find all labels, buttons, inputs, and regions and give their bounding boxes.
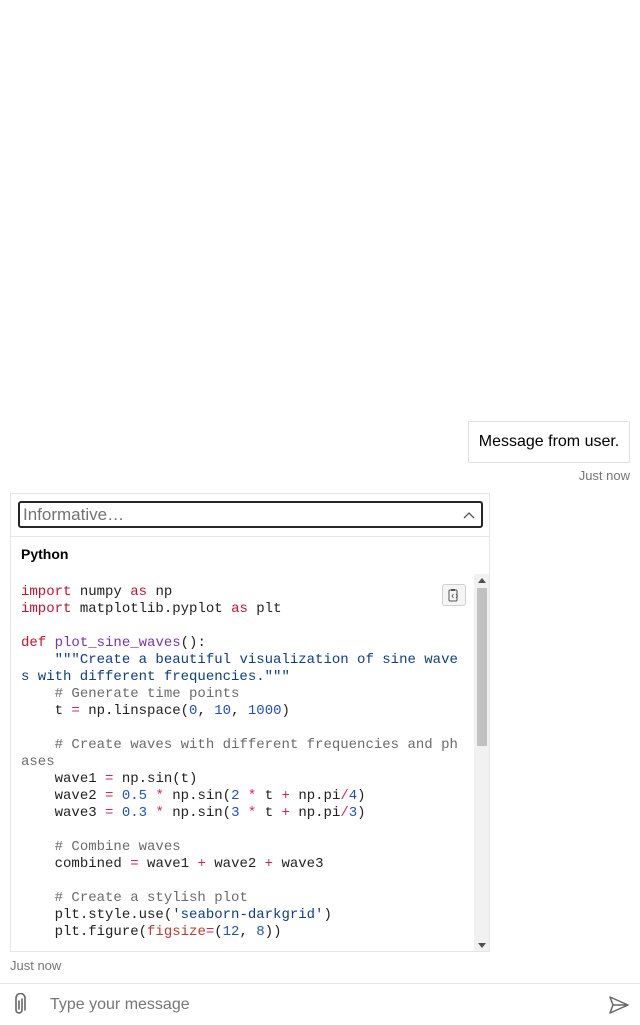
user-message-bubble: Message from user.	[468, 421, 630, 463]
message-composer	[0, 983, 640, 1025]
divider	[11, 536, 489, 537]
code-line: def plot_sine_waves():	[21, 635, 206, 651]
dropdown-selected-value: Informative…	[23, 505, 125, 524]
code-line: wave2 = 0.5 * np.sin(2 * t + np.pi/4)	[21, 788, 366, 804]
code-line: plt.figure(figsize=(12, 8))	[21, 924, 282, 940]
code-language-label: Python	[21, 546, 69, 562]
paperclip-icon[interactable]	[10, 993, 30, 1017]
code-line: # Combine waves	[21, 839, 181, 855]
code-line: wave1 = np.sin(t)	[21, 771, 198, 787]
send-icon[interactable]	[608, 994, 630, 1016]
code-line: import matplotlib.pyplot as plt	[21, 601, 282, 617]
code-line: combined = wave1 + wave2 + wave3	[21, 856, 324, 872]
copy-code-button[interactable]	[442, 584, 466, 606]
code-line: t = np.linspace(0, 10, 1000)	[21, 703, 290, 719]
copy-code-icon	[448, 589, 459, 602]
chevron-up-icon	[463, 512, 475, 519]
scroll-up-arrow-icon[interactable]	[478, 578, 486, 583]
code-line: # Create a stylish plot	[21, 890, 248, 906]
code-block[interactable]: import numpy as np import matplotlib.pyp…	[11, 574, 489, 951]
message-input[interactable]	[50, 992, 590, 1018]
code-line: # Create waves with different frequencie…	[21, 737, 458, 770]
bot-message-timestamp: Just now	[10, 958, 62, 973]
user-message-timestamp: Just now	[578, 468, 630, 483]
code-content: import numpy as np import matplotlib.pyp…	[21, 584, 461, 941]
scrollbar-thumb[interactable]	[477, 588, 487, 746]
code-line: wave3 = 0.3 * np.sin(3 * t + np.pi/3)	[21, 805, 366, 821]
code-line: import numpy as np	[21, 584, 173, 600]
bot-message-card: Informative… Python import numpy as np i…	[10, 493, 490, 952]
scroll-down-arrow-icon[interactable]	[478, 943, 486, 948]
code-line: # Generate time points	[21, 686, 240, 702]
response-style-dropdown[interactable]: Informative…	[18, 501, 483, 528]
code-line: plt.style.use('seaborn-darkgrid')	[21, 907, 332, 923]
code-line: """Create a beautiful visualization of s…	[21, 652, 458, 685]
code-scrollbar[interactable]	[474, 574, 489, 951]
